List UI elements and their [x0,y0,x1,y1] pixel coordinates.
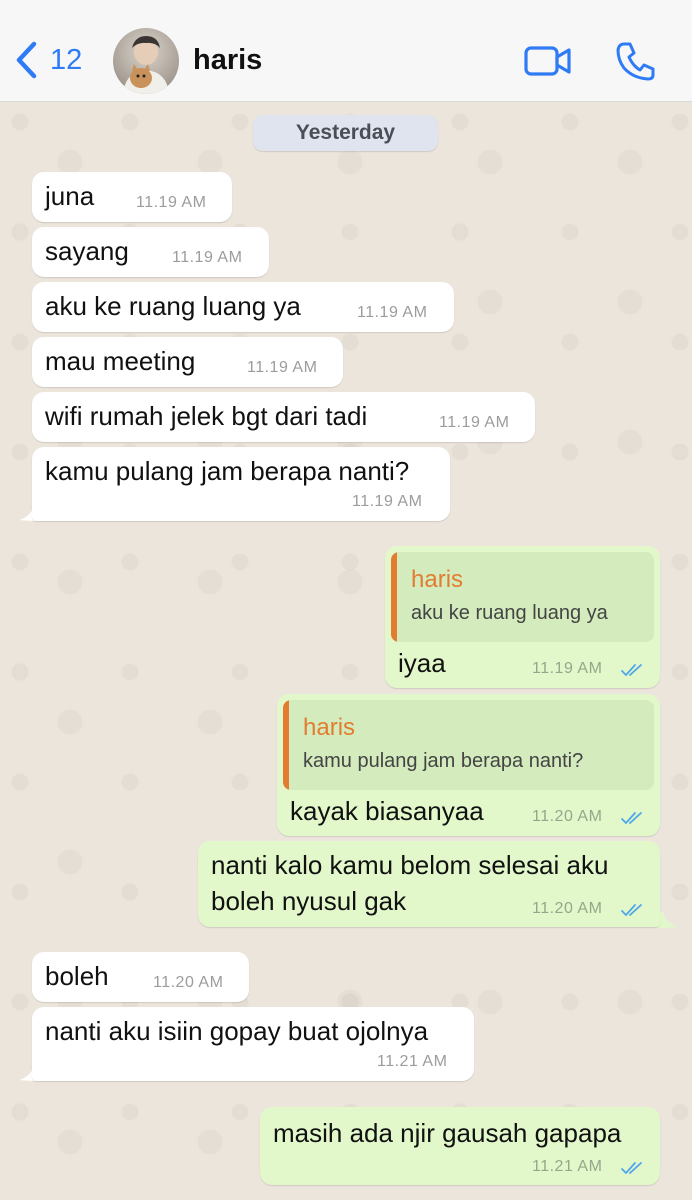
contact-name[interactable]: haris [193,44,262,77]
quoted-text: aku ke ruang luang ya [411,602,608,624]
video-camera-icon [524,46,571,76]
chevron-left-icon [16,41,37,79]
message-text: boleh [45,961,109,991]
message-text: sayang [45,236,129,266]
quote-accent-bar [391,552,397,642]
read-ticks-icon [621,812,642,824]
message-text: masih ada njir gausah gapapa [273,1118,622,1148]
message-time: 11.20 AM [532,900,603,917]
message-time: 11.20 AM [153,974,224,991]
message-text: aku ke ruang luang ya [45,291,301,321]
quoted-message[interactable]: haris kamu pulang jam berapa nanti? [283,700,654,790]
message-time: 11.19 AM [136,194,207,211]
quoted-text: kamu pulang jam berapa nanti? [303,750,584,772]
message-time: 11.19 AM [247,359,318,376]
video-call-button[interactable] [523,41,573,81]
incoming-message[interactable]: kamu pulang jam berapa nanti? 11.19 AM [32,447,450,521]
phone-icon [616,42,655,81]
message-time: 11.20 AM [532,808,603,825]
message-time: 11.21 AM [532,1158,603,1175]
contact-avatar[interactable] [113,28,179,94]
chat-header: 12 haris [0,0,692,102]
read-ticks-icon [621,664,642,676]
message-time: 11.19 AM [352,493,423,510]
message-time: 11.19 AM [439,414,510,431]
quoted-message[interactable]: haris aku ke ruang luang ya [391,552,654,642]
incoming-message[interactable]: juna 11.19 AM [32,172,232,222]
date-separator: Yesterday [253,115,438,151]
message-text: wifi rumah jelek bgt dari tadi [45,401,368,431]
message-text: kayak biasanyaa [290,796,484,826]
outgoing-message[interactable]: haris aku ke ruang luang ya iyaa 11.19 A… [385,546,660,688]
back-button[interactable]: 12 [14,40,82,80]
voice-call-button[interactable] [615,40,657,82]
bubble-tail [657,912,677,928]
incoming-message[interactable]: sayang 11.19 AM [32,227,269,277]
message-text: iyaa [398,648,446,678]
message-time: 11.19 AM [532,660,603,677]
message-time: 11.19 AM [172,249,243,266]
unread-count: 12 [50,43,83,76]
read-ticks-icon [621,1162,642,1174]
message-text: nanti aku isiin gopay buat ojolnya [45,1016,429,1046]
message-text: mau meeting [45,346,196,376]
message-text-line-2: boleh nyusul gak [211,886,407,916]
incoming-message[interactable]: mau meeting 11.19 AM [32,337,343,387]
avatar-photo [123,36,169,94]
outgoing-message[interactable]: nanti kalo kamu belom selesai aku boleh … [198,841,660,927]
incoming-message[interactable]: wifi rumah jelek bgt dari tadi 11.19 AM [32,392,535,442]
incoming-message[interactable]: aku ke ruang luang ya 11.19 AM [32,282,454,332]
message-text: kamu pulang jam berapa nanti? [45,456,410,486]
message-text-line-1: nanti kalo kamu belom selesai aku [211,850,609,880]
outgoing-message[interactable]: haris kamu pulang jam berapa nanti? kaya… [277,694,660,836]
quote-accent-bar [283,700,289,790]
message-time: 11.21 AM [377,1053,448,1070]
incoming-message[interactable]: boleh 11.20 AM [32,952,249,1002]
message-time: 11.19 AM [357,304,428,321]
quoted-sender: haris [411,566,464,593]
incoming-message[interactable]: nanti aku isiin gopay buat ojolnya 11.21… [32,1007,474,1081]
chat-area[interactable]: Yesterday juna 11.19 AM sayang 11.19 AM … [0,102,692,1200]
quoted-sender: haris [303,714,356,741]
outgoing-message[interactable]: masih ada njir gausah gapapa 11.21 AM [260,1107,660,1185]
message-text: juna [45,181,95,211]
read-ticks-icon [621,904,642,916]
